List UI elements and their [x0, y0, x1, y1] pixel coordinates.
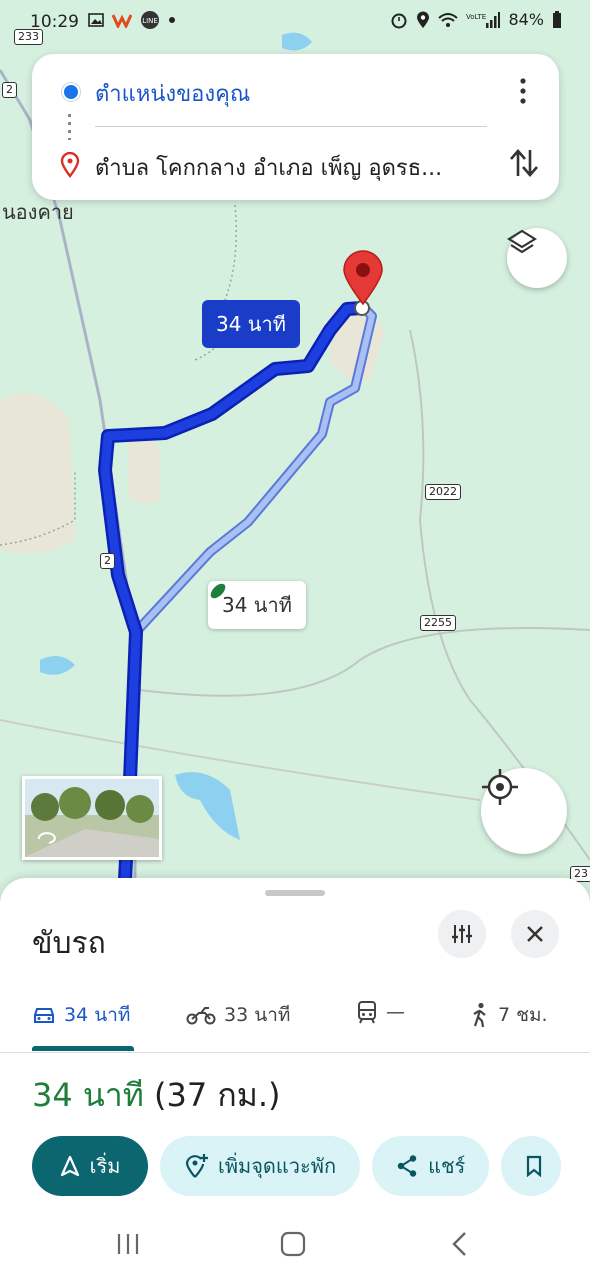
sheet-title: ขับรถ [32, 926, 106, 961]
road-shield: 2255 [420, 615, 456, 631]
system-icons: VoLTE 84% [390, 10, 562, 29]
add-location-icon [185, 1154, 208, 1178]
home-icon [280, 1231, 306, 1257]
line-icon: LINE [141, 11, 159, 29]
tab-motorcycle[interactable]: 33 นาที [186, 1000, 290, 1030]
wifi-icon [438, 12, 459, 27]
origin-field[interactable]: ตำแหน่งของคุณ [95, 76, 250, 111]
drag-handle[interactable] [265, 890, 325, 896]
action-buttons: เริ่ม เพิ่มจุดแวะพัก แชร์ [32, 1136, 562, 1196]
system-nav-bar [0, 1220, 590, 1270]
route-card: ตำแหน่งของคุณ ตำบล โคกกลาง อำเภอ เพ็ญ อุ… [32, 54, 559, 200]
route-dots [68, 114, 71, 140]
origin-text: ตำแหน่งของคุณ [95, 82, 251, 107]
tab-walking-label: 7 ชม. [498, 1004, 548, 1026]
eta-alternate-label[interactable]: 34 นาที [208, 581, 306, 629]
place-label: นองคาย [2, 200, 74, 224]
route-options-button[interactable] [438, 910, 486, 958]
tab-transit[interactable]: — [356, 1000, 405, 1024]
tune-icon [452, 925, 472, 943]
destination-field[interactable]: ตำบล โคกกลาง อำเภอ เพ็ญ อุดรธ... [95, 150, 442, 185]
app-notification-icon [112, 14, 132, 28]
travel-mode-tabs: 34 นาที 33 นาที — 7 ชม. [0, 988, 590, 1053]
road-shield: 2022 [425, 484, 461, 500]
dot-icon [169, 17, 175, 23]
start-button[interactable]: เริ่ม [32, 1136, 148, 1196]
origin-dot-icon [62, 83, 80, 101]
start-button-label: เริ่ม [89, 1154, 121, 1178]
tab-driving[interactable]: 34 นาที [32, 1000, 130, 1030]
more-options-icon[interactable] [516, 76, 530, 106]
share-label: แชร์ [428, 1154, 466, 1178]
divider [95, 126, 487, 127]
status-time: 10:29 [30, 12, 79, 32]
tab-transit-label: — [386, 1001, 405, 1023]
back-button[interactable] [440, 1226, 480, 1262]
transit-icon [358, 1001, 376, 1024]
close-icon [527, 926, 543, 942]
summary-distance: (37 กม.) [154, 1076, 281, 1114]
eco-leaf-icon [210, 583, 226, 599]
add-stop-button[interactable]: เพิ่มจุดแวะพัก [160, 1136, 361, 1196]
summary-time: 34 นาที [32, 1076, 144, 1114]
walk-icon [473, 1002, 486, 1028]
home-button[interactable] [273, 1226, 313, 1262]
layers-button[interactable] [507, 228, 567, 288]
save-button[interactable] [501, 1136, 562, 1196]
battery-percent: 84% [508, 10, 544, 29]
add-stop-label: เพิ่มจุดแวะพัก [218, 1154, 337, 1178]
eta-alternate-text: 34 นาที [222, 593, 292, 617]
recent-apps-button[interactable] [108, 1226, 148, 1262]
gallery-icon [88, 13, 104, 27]
svg-text:VoLTE: VoLTE [466, 13, 486, 21]
route-summary: 34 นาที (37 กม.) [32, 1070, 281, 1121]
road-shield: 2 [100, 553, 115, 569]
crosshair-icon [482, 769, 518, 805]
eta-primary-label[interactable]: 34 นาที [202, 300, 300, 348]
layers-icon [507, 229, 537, 254]
my-location-button[interactable] [481, 768, 567, 854]
street-view-image [25, 779, 159, 857]
destination-text: ตำบล โคกกลาง อำเภอ เพ็ญ อุดรธ... [95, 156, 443, 181]
street-view-thumbnail[interactable] [22, 776, 162, 860]
car-icon [34, 1008, 54, 1023]
close-button[interactable] [511, 910, 559, 958]
svg-text:LINE: LINE [142, 17, 158, 25]
back-icon [452, 1232, 466, 1256]
road-shield: 2 [2, 82, 17, 98]
motorcycle-icon [186, 1007, 216, 1025]
tab-walking[interactable]: 7 ชม. [470, 1000, 548, 1030]
destination-pin-icon[interactable] [342, 250, 384, 306]
swap-directions-icon[interactable] [508, 146, 540, 180]
active-tab-indicator [32, 1046, 134, 1051]
tab-driving-label: 34 นาที [64, 1004, 131, 1026]
navigation-icon [60, 1155, 79, 1177]
tab-motorcycle-label: 33 นาที [224, 1004, 291, 1026]
bookmark-icon [527, 1155, 542, 1177]
share-icon [397, 1155, 417, 1177]
destination-marker-icon [60, 152, 80, 178]
alarm-icon [391, 13, 407, 28]
status-bar: 10:29 LINE VoLTE 84% [0, 0, 590, 44]
signal-icon: VoLTE [466, 11, 501, 28]
recent-apps-icon [117, 1234, 139, 1254]
battery-icon [553, 10, 561, 28]
notification-icons: LINE [88, 10, 176, 30]
share-button[interactable]: แชร์ [372, 1136, 490, 1196]
location-icon [417, 11, 430, 28]
